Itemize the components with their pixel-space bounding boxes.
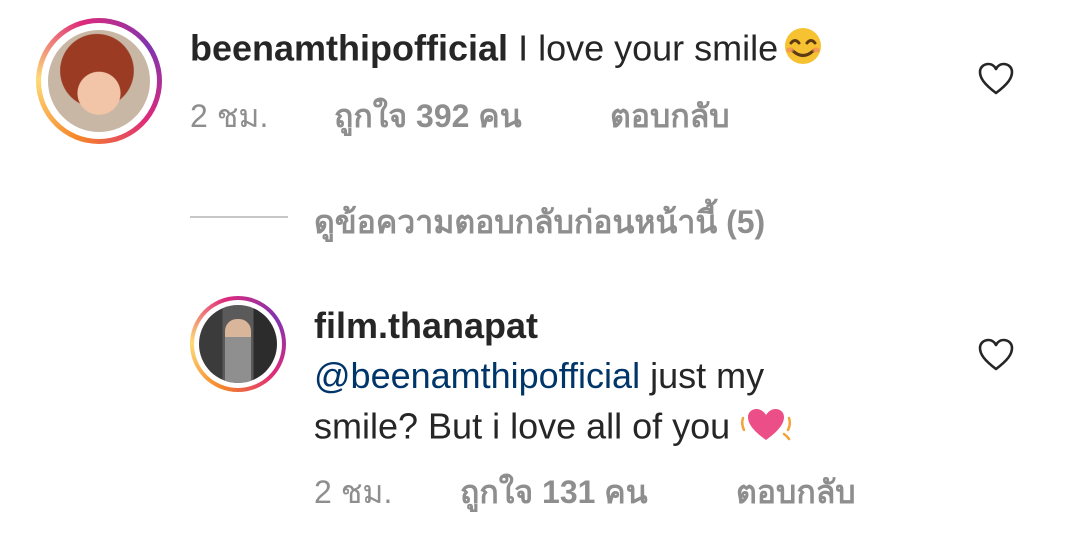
avatar-beenamthipofficial[interactable]: [48, 30, 150, 132]
comment-username[interactable]: beenamthipofficial: [190, 28, 508, 69]
smiling-face-emoji: [778, 26, 828, 76]
comment-body: beenamthipofficial I love your smile: [190, 26, 828, 76]
comment-text: just my: [640, 355, 765, 396]
comment-timestamp: 2 ชม.: [190, 98, 269, 134]
likes-count[interactable]: ถูกใจ 131 คน: [460, 472, 648, 512]
comment-timestamp: 2 ชม.: [314, 474, 393, 510]
reply-button[interactable]: ตอบกลับ: [736, 472, 856, 512]
like-heart-icon[interactable]: [978, 338, 1014, 372]
mention-link[interactable]: @beenamthipofficial: [314, 355, 640, 396]
comment-text-line2: smile? But i love all of you: [314, 404, 792, 454]
replies-divider: [190, 216, 288, 218]
avatar-figure: [225, 319, 251, 383]
avatar-film-thanapat[interactable]: [199, 305, 277, 383]
view-previous-replies[interactable]: ดูข้อความตอบกลับก่อนหน้านี้ (5): [314, 202, 765, 242]
comment-text: smile? But i love all of you: [314, 405, 741, 447]
beating-heart-emoji: [740, 404, 792, 454]
comment-username[interactable]: film.thanapat: [314, 304, 538, 348]
likes-count[interactable]: ถูกใจ 392 คน: [334, 96, 522, 136]
comment-text-line1: @beenamthipofficial just my: [314, 354, 764, 398]
comment-text: I love your smile: [518, 27, 779, 69]
reply-button[interactable]: ตอบกลับ: [610, 96, 730, 136]
like-heart-icon[interactable]: [978, 62, 1014, 96]
